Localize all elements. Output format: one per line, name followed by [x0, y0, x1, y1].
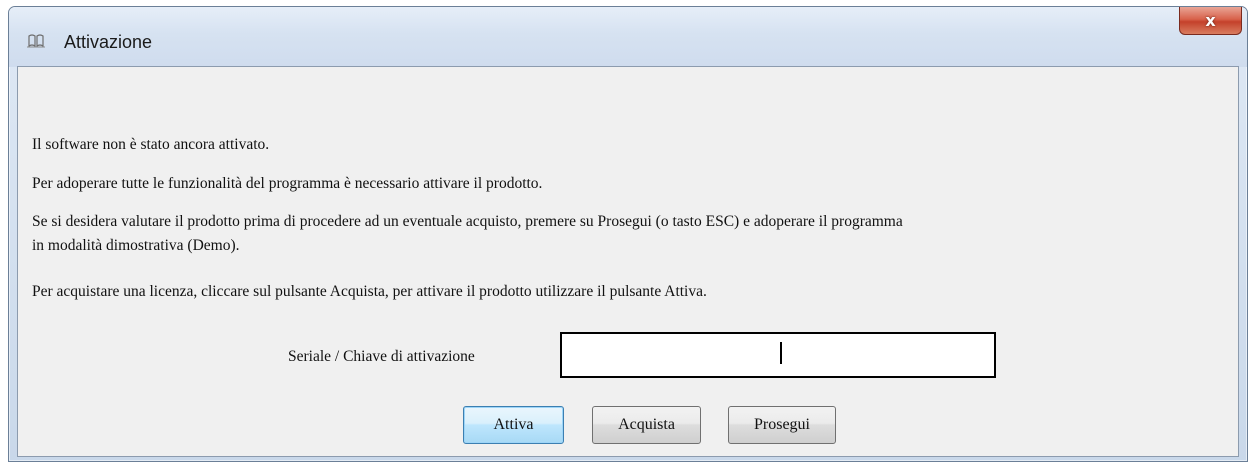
window-title: Attivazione	[64, 32, 153, 52]
serial-input[interactable]	[560, 332, 996, 378]
app-icon	[27, 34, 45, 48]
activation-dialog: Attivazione x Il software non è stato an…	[8, 6, 1248, 462]
dialog-body: Il software non è stato ancora attivato.…	[17, 66, 1239, 457]
text-caret	[780, 342, 782, 364]
demo-info-text-line2: in modalità dimostrativa (Demo).	[32, 237, 240, 254]
not-activated-text: Il software non è stato ancora attivato.	[32, 136, 270, 153]
close-button[interactable]: x	[1179, 7, 1242, 35]
continue-button[interactable]: Prosegui	[728, 406, 836, 444]
demo-info-text-line1: Se si desidera valutare il prodotto prim…	[32, 213, 903, 230]
activate-button[interactable]: Attiva	[463, 406, 564, 444]
serial-label: Seriale / Chiave di attivazione	[288, 348, 475, 365]
activation-required-text: Per adoperare tutte le funzionalità del …	[32, 175, 543, 192]
title-bar[interactable]: Attivazione x	[9, 7, 1247, 67]
buy-button[interactable]: Acquista	[592, 406, 701, 444]
close-icon: x	[1205, 10, 1216, 30]
purchase-info-text: Per acquistare una licenza, cliccare sul…	[32, 283, 707, 300]
